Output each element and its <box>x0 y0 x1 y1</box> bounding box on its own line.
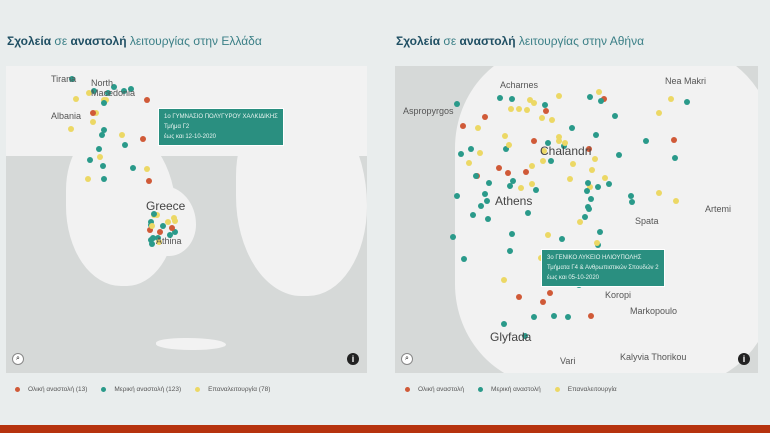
map-label: Greece <box>146 199 186 213</box>
greece-map[interactable]: Tirana North Macedonia Albania Greece At… <box>6 66 367 373</box>
legend-item-full: Ολική αναστολή <box>405 386 464 393</box>
map-label: Spata <box>635 216 659 226</box>
school-marker[interactable] <box>501 133 508 140</box>
legend-item-partial: Μερική αναστολή (123) <box>101 386 181 393</box>
school-marker[interactable] <box>508 96 515 103</box>
school-marker[interactable] <box>481 113 488 120</box>
school-marker[interactable] <box>98 131 105 138</box>
map-label: Nea Makri <box>665 76 707 86</box>
map-label: Glyfada <box>490 330 532 344</box>
school-marker[interactable] <box>484 215 491 222</box>
school-marker[interactable] <box>505 141 512 148</box>
school-marker[interactable] <box>548 117 555 124</box>
school-marker[interactable] <box>550 312 557 319</box>
school-marker[interactable] <box>565 314 572 321</box>
map-label: Athina <box>156 236 182 246</box>
map-label: Acharnes <box>500 80 539 90</box>
greece-map-title: Σχολεία σε αναστολή λειτουργίας στην Ελλ… <box>7 34 262 48</box>
school-marker[interactable] <box>672 197 679 204</box>
map-label: Albania <box>51 111 82 121</box>
school-marker[interactable] <box>655 110 662 117</box>
school-marker[interactable] <box>73 95 80 102</box>
school-marker[interactable] <box>523 106 530 113</box>
footer-bar <box>0 425 770 433</box>
map-label: Kalyvia Thorikou <box>620 352 687 362</box>
school-marker[interactable] <box>597 98 604 105</box>
school-marker[interactable] <box>602 174 609 181</box>
greece-legend: Ολική αναστολή (13) Μερική αναστολή (123… <box>15 386 270 393</box>
school-marker[interactable] <box>683 98 690 105</box>
school-marker[interactable] <box>531 313 538 320</box>
info-icon[interactable]: i <box>347 353 359 365</box>
school-marker[interactable] <box>460 122 467 129</box>
map-label: Athens <box>495 194 533 208</box>
school-marker[interactable] <box>516 105 523 112</box>
school-marker[interactable] <box>547 157 554 164</box>
map-label: Tirana <box>51 74 77 84</box>
school-marker[interactable] <box>168 224 175 231</box>
school-marker[interactable] <box>615 151 622 158</box>
athens-legend: Ολική αναστολή Μερική αναστολή Επαναλειτ… <box>405 386 617 393</box>
school-marker[interactable] <box>140 135 147 142</box>
school-marker[interactable] <box>506 247 513 254</box>
map-label: Artemi <box>705 204 732 214</box>
zoom-icon[interactable]: ⌕ <box>401 353 413 365</box>
map-label: Vari <box>560 356 576 366</box>
school-marker[interactable] <box>529 162 536 169</box>
school-marker[interactable] <box>67 125 74 132</box>
school-marker[interactable] <box>559 235 566 242</box>
school-marker[interactable] <box>482 190 489 197</box>
school-marker[interactable] <box>100 100 107 107</box>
school-marker[interactable] <box>507 105 514 112</box>
athens-map[interactable]: Acharnes Aspropyrgos Chalandri Athens Sp… <box>395 66 758 373</box>
legend-item-partial: Μερική αναστολή <box>478 386 541 393</box>
school-marker[interactable] <box>510 177 517 184</box>
school-marker[interactable] <box>477 202 484 209</box>
school-marker[interactable] <box>501 320 508 327</box>
school-marker[interactable] <box>577 218 584 225</box>
school-marker[interactable] <box>655 190 662 197</box>
map-label: Koropi <box>605 290 632 300</box>
school-marker[interactable] <box>542 101 549 108</box>
school-marker[interactable] <box>86 156 93 163</box>
school-marker[interactable] <box>584 187 591 194</box>
school-marker[interactable] <box>454 101 461 108</box>
school-marker[interactable] <box>156 228 163 235</box>
legend-item-full: Ολική αναστολή (13) <box>15 386 87 393</box>
school-marker[interactable] <box>465 159 472 166</box>
map-label: Chalandri <box>540 144 592 158</box>
info-icon[interactable]: i <box>738 353 750 365</box>
school-marker[interactable] <box>531 99 538 106</box>
athens-map-title: Σχολεία σε αναστολή λειτουργίας στην Αθή… <box>396 34 645 48</box>
school-marker[interactable] <box>530 138 537 145</box>
school-marker[interactable] <box>469 211 476 218</box>
school-marker[interactable] <box>627 192 634 199</box>
map-label: Aspropyrgos <box>403 106 454 116</box>
map-label: Markopoulo <box>630 306 678 316</box>
legend-item-reopen: Επαναλειτουργία (78) <box>195 386 270 393</box>
school-marker[interactable] <box>529 180 536 187</box>
school-marker[interactable] <box>497 94 504 101</box>
school-tooltip: 3ο ΓΕΝΙΚΟ ΛΥΚΕΙΟ ΗΛΙΟΥΠΟΛΗΣ Τμήματα Γ4 & … <box>541 249 665 287</box>
zoom-icon[interactable]: ⌕ <box>12 353 24 365</box>
school-marker[interactable] <box>148 223 155 230</box>
school-marker[interactable] <box>555 133 562 140</box>
school-marker[interactable] <box>542 107 549 114</box>
school-marker[interactable] <box>585 179 592 186</box>
school-marker[interactable] <box>594 239 601 246</box>
school-marker[interactable] <box>667 96 674 103</box>
school-marker[interactable] <box>145 177 152 184</box>
legend-item-reopen: Επαναλειτουργία <box>554 386 617 393</box>
school-marker[interactable] <box>457 150 464 157</box>
map-label: North Macedonia <box>91 78 136 98</box>
school-marker[interactable] <box>118 131 125 138</box>
school-marker[interactable] <box>523 168 530 175</box>
school-tooltip: 1ο ΓΥΜΝΑΣΙΟ ΠΟΛΥΓΥΡΟΥ ΧΑΛΚΙΔΙΚΗΣ Τμήμα Γ2… <box>158 108 284 146</box>
school-marker[interactable] <box>508 231 515 238</box>
school-marker[interactable] <box>495 164 502 171</box>
school-marker[interactable] <box>594 184 601 191</box>
school-marker[interactable] <box>476 149 483 156</box>
